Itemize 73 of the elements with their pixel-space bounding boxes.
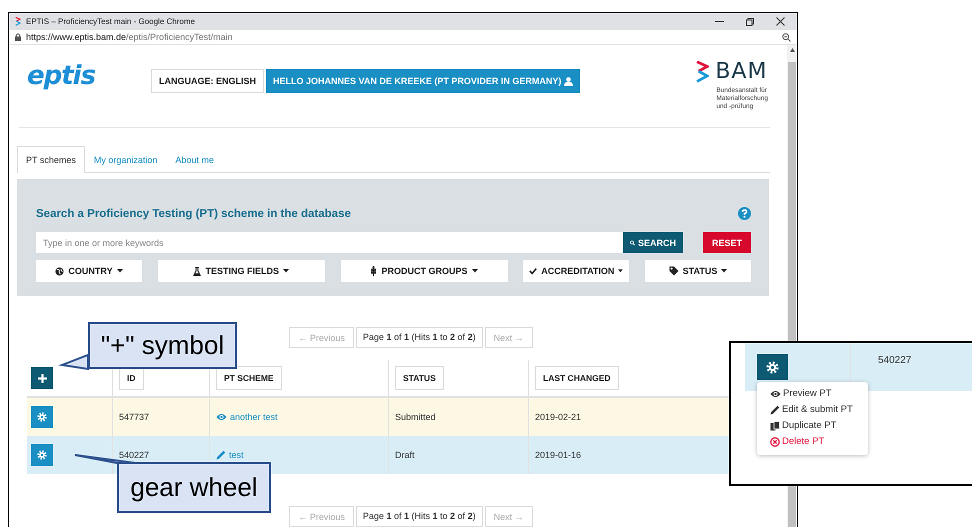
- bam-logo-icon: [696, 60, 710, 82]
- column-header[interactable]: PT SCHEME: [216, 366, 282, 390]
- tab[interactable]: PT schemes: [17, 146, 85, 173]
- menu-item[interactable]: Preview PT: [757, 386, 868, 402]
- gear-button[interactable]: [31, 444, 53, 466]
- callout: "+" symbol: [88, 322, 237, 369]
- table-cell: Submitted: [395, 412, 436, 422]
- brand-name: BAM: [715, 59, 768, 84]
- add-button[interactable]: [31, 367, 53, 389]
- search-field[interactable]: Type in one or more keywords: [36, 232, 623, 253]
- filter-dropdown[interactable]: PRODUCT GROUPS: [340, 260, 508, 282]
- gear-icon: [766, 360, 779, 374]
- table-cell-text: 540227: [877, 354, 912, 368]
- close-icon[interactable]: [776, 17, 785, 26]
- caret-icon: [472, 269, 478, 273]
- tag-icon: [668, 266, 679, 276]
- filter-dropdown[interactable]: COUNTRY: [36, 260, 142, 282]
- caret-icon: [116, 269, 123, 273]
- page-info: Page 1 of 1 (Hits 1 to 2 of 2): [356, 506, 483, 527]
- bam-logo-icon: [15, 17, 21, 26]
- restore-icon[interactable]: [746, 18, 754, 26]
- search-icon: [630, 238, 635, 246]
- search-title: Search a Proficiency Testing (PT) scheme in the database: [36, 208, 351, 220]
- reset-button[interactable]: RESET: [702, 232, 751, 253]
- user-button[interactable]: HELLO JOHANNES VAN DE KREEKE (PT PROVIDER IN GERMANY): [266, 69, 580, 93]
- gear-button[interactable]: [31, 406, 53, 428]
- pencil-icon: [770, 404, 780, 414]
- user-icon: [564, 76, 574, 86]
- minimize-icon[interactable]: [715, 20, 724, 22]
- pencil-icon: [216, 450, 226, 460]
- eptis-logo[interactable]: eptis: [27, 61, 151, 91]
- caret-icon: [721, 269, 728, 273]
- plus-icon: [38, 374, 46, 382]
- table-cell: 2019-01-16: [535, 450, 582, 460]
- gear-icon: [37, 412, 47, 422]
- table-cell: 547737: [119, 412, 150, 422]
- page-info: Page 1 of 1 (Hits 1 to 2 of 2): [356, 327, 483, 348]
- menu-item[interactable]: Edit & submit PT: [757, 402, 868, 418]
- menu-item[interactable]: Duplicate PT: [757, 418, 868, 434]
- globe-icon: [55, 266, 64, 276]
- eye-icon: [216, 413, 227, 421]
- menu-item[interactable]: Delete PT: [757, 434, 868, 450]
- zoom-icon[interactable]: [782, 32, 791, 42]
- filter-dropdown[interactable]: STATUS: [645, 260, 751, 282]
- filter-dropdown[interactable]: ACCREDITATION: [523, 260, 630, 282]
- eye-icon: [770, 390, 781, 398]
- callout: gear wheel: [117, 462, 271, 513]
- gear-button[interactable]: [757, 354, 788, 380]
- filter-dropdown[interactable]: TESTING FIELDS: [158, 260, 325, 282]
- gear-icon: [37, 450, 47, 460]
- tab[interactable]: About me: [166, 146, 223, 173]
- column-header[interactable]: LAST CHANGED: [535, 366, 619, 390]
- tab[interactable]: My organization: [84, 146, 166, 173]
- table-cell: 2019-02-21: [535, 412, 582, 422]
- caret-icon: [283, 269, 289, 273]
- lock-icon: [15, 33, 21, 41]
- column-header[interactable]: STATUS: [395, 366, 444, 390]
- flask-icon: [193, 266, 202, 276]
- duplicate-icon: [770, 420, 780, 430]
- callout-pointer: [58, 354, 89, 370]
- language-button[interactable]: LANGUAGE: ENGLISH: [151, 69, 264, 93]
- caret-icon: [618, 269, 624, 273]
- address-bar[interactable]: https://www.eptis.bam.de/eptis/ProficiencyTest/main: [26, 32, 777, 42]
- help-icon[interactable]: [738, 207, 751, 220]
- window-title: EPTIS – ProficiencyTest main - Google Chrome: [26, 17, 196, 26]
- search-button[interactable]: SEARCH: [622, 232, 683, 253]
- scroll-up-icon[interactable]: [790, 48, 794, 52]
- scheme-link[interactable]: another test: [216, 412, 278, 422]
- table-cell: 540227: [119, 450, 150, 460]
- delete-icon: [770, 436, 780, 446]
- wheat-icon: [370, 266, 378, 276]
- table-cell: Draft: [395, 450, 415, 460]
- check-icon: [529, 267, 538, 275]
